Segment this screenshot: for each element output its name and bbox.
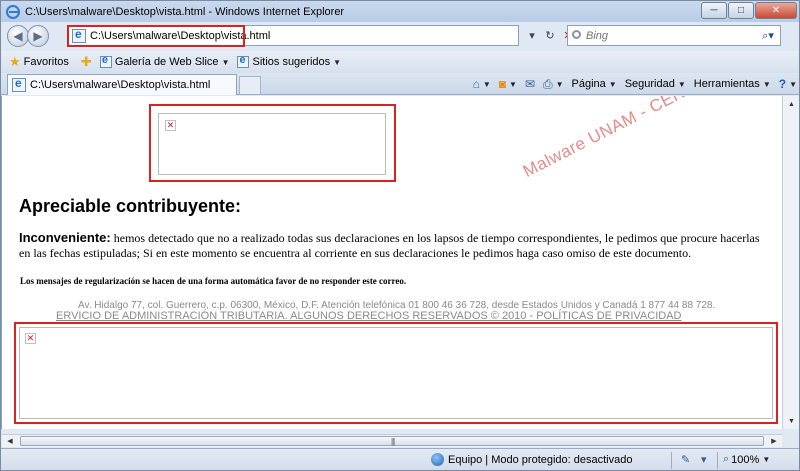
horizontal-scroll-thumb[interactable]: |||	[20, 436, 764, 446]
watermark: Malware UNAM - CERT	[520, 96, 698, 181]
feeds-button[interactable]: ◙ ▼	[499, 77, 517, 91]
highlight-box-top	[149, 104, 396, 182]
add-to-favorites-icon[interactable]: ✚	[81, 54, 92, 70]
security-zone-text: Equipo | Modo protegido: desactivado	[448, 453, 633, 466]
address-dropdown-icon[interactable]: ▾	[523, 25, 541, 46]
chevron-down-icon: ▼	[221, 57, 230, 67]
address-highlight-box	[67, 25, 245, 47]
favorites-item-label: Sitios sugeridos	[252, 56, 331, 68]
help-button[interactable]: ? ▼	[779, 77, 797, 91]
print-button[interactable]: ⎙ ▼	[543, 77, 564, 92]
internet-explorer-icon	[6, 4, 20, 19]
footer-link[interactable]: ERVICIO DE ADMINISTRACIÓN TRIBUTARIA. AL…	[56, 310, 681, 322]
minimize-button[interactable]: ─	[701, 2, 727, 19]
title-bar: C:\Users\malware\Desktop\vista.html - Wi…	[1, 1, 799, 22]
chevron-down-icon: ▼	[677, 79, 686, 89]
status-separator	[717, 452, 718, 469]
tools-menu[interactable]: Herramientas ▼	[694, 78, 771, 90]
rss-feed-icon: ◙	[498, 77, 506, 91]
security-menu-label: Seguridad	[624, 78, 675, 90]
favorites-button[interactable]: ★ Favoritos	[9, 54, 69, 70]
home-button[interactable]: ⌂ ▼	[473, 77, 491, 91]
favorites-label: Favoritos	[23, 56, 69, 68]
chevron-down-icon: ▼	[762, 79, 771, 89]
chevron-down-icon: ▼	[509, 79, 517, 89]
grip-icon: |||	[391, 437, 395, 446]
paragraph-lead: Inconveniente:	[19, 230, 111, 245]
close-button[interactable]: ✕	[755, 2, 797, 19]
chevron-down-icon: ▼	[789, 79, 797, 89]
mail-icon: ✉	[524, 77, 535, 91]
scroll-down-icon[interactable]: ▼	[783, 413, 799, 429]
horizontal-scrollbar[interactable]: ◀ ||| ▶	[2, 434, 782, 447]
forward-button[interactable]: ▶	[27, 25, 49, 47]
page-content: ✕ Malware UNAM - CERT Apreciable contrib…	[1, 96, 782, 429]
security-zone[interactable]: Equipo | Modo protegido: desactivado	[431, 453, 632, 466]
back-button[interactable]: ◀	[7, 25, 29, 47]
zoom-level: 100%	[731, 453, 760, 466]
vertical-scrollbar[interactable]: ▲ ▼	[782, 96, 799, 429]
tab-vista-html[interactable]: C:\Users\malware\Desktop\vista.html	[7, 74, 237, 95]
printer-icon: ⎙	[542, 76, 553, 91]
back-arrow-icon: ◀	[13, 29, 23, 43]
read-mail-button[interactable]: ✉	[525, 77, 535, 91]
favorites-bar: ★ Favoritos ✚ Galería de Web Slice ▼ Sit…	[1, 51, 799, 73]
chevron-down-icon: ▼	[608, 79, 617, 89]
forward-arrow-icon: ▶	[33, 29, 43, 43]
security-menu[interactable]: Seguridad ▼	[625, 78, 686, 90]
chevron-down-icon: ▼	[762, 455, 771, 464]
search-icon	[572, 30, 581, 39]
new-tab-button[interactable]	[239, 76, 261, 94]
chevron-down-icon: ▼	[555, 79, 564, 89]
window-controls: ─ □ ✕	[700, 2, 797, 19]
scroll-right-icon[interactable]: ▶	[766, 435, 782, 447]
tab-bar: C:\Users\malware\Desktop\vista.html ⌂▼ ◙…	[1, 73, 799, 95]
tools-menu-label: Herramientas	[693, 78, 760, 90]
highlight-box-bottom	[14, 322, 778, 424]
favorites-item-web-slice[interactable]: Galería de Web Slice ▼	[99, 54, 230, 68]
suggested-sites-icon	[237, 54, 250, 68]
search-go-button[interactable]: ⌕▾	[758, 28, 778, 44]
page-heading: Apreciable contribuyente:	[19, 196, 242, 216]
status-bar: Equipo | Modo protegido: desactivado ✎ ▾…	[1, 448, 799, 470]
help-icon: ?	[778, 77, 787, 91]
tab-label: C:\Users\malware\Desktop\vista.html	[30, 79, 211, 91]
web-slice-icon	[99, 54, 112, 68]
favorites-item-label: Galería de Web Slice	[114, 56, 219, 68]
zoom-icon: ⌕	[723, 453, 730, 465]
scroll-up-icon[interactable]: ▲	[783, 96, 799, 112]
window-title: C:\Users\malware\Desktop\vista.html - Wi…	[25, 5, 345, 18]
automatic-message-note: Los mensajes de regularización se hacen …	[20, 276, 407, 286]
navigation-bar: ◀ ▶ C:\Users\malware\Desktop\vista.html …	[1, 22, 799, 50]
refresh-icon[interactable]: ↻	[541, 25, 559, 46]
favorites-star-icon: ★	[9, 54, 21, 69]
command-bar: ⌂ ▼ ◙ ▼ ✉ ⎙ ▼ Página ▼ Seguridad ▼ Herramient…	[465, 75, 797, 93]
page-menu[interactable]: Página ▼	[572, 78, 617, 90]
maximize-button[interactable]: □	[728, 2, 754, 19]
search-box: ⌕▾	[567, 25, 781, 46]
chevron-down-icon[interactable]: ▾	[701, 453, 707, 466]
home-icon: ⌂	[472, 77, 480, 91]
page-icon	[12, 76, 26, 92]
ie-window: C:\Users\malware\Desktop\vista.html - Wi…	[0, 0, 800, 471]
computer-zone-icon	[431, 453, 444, 466]
zoom-control[interactable]: ⌕ 100% ▼	[723, 453, 770, 466]
paragraph-body: hemos detectado que no a realizado todas…	[19, 231, 760, 260]
chevron-down-icon: ▼	[482, 79, 491, 89]
chevron-down-icon: ▼	[333, 57, 342, 67]
page-menu-label: Página	[571, 78, 606, 90]
status-separator	[671, 452, 672, 469]
scroll-left-icon[interactable]: ◀	[2, 435, 18, 447]
protected-mode-icon[interactable]: ✎	[681, 453, 690, 466]
search-input[interactable]	[568, 29, 748, 42]
favorites-item-suggested-sites[interactable]: Sitios sugeridos ▼	[237, 54, 342, 68]
notice-paragraph: Inconveniente: hemos detectado que no a …	[19, 230, 764, 261]
